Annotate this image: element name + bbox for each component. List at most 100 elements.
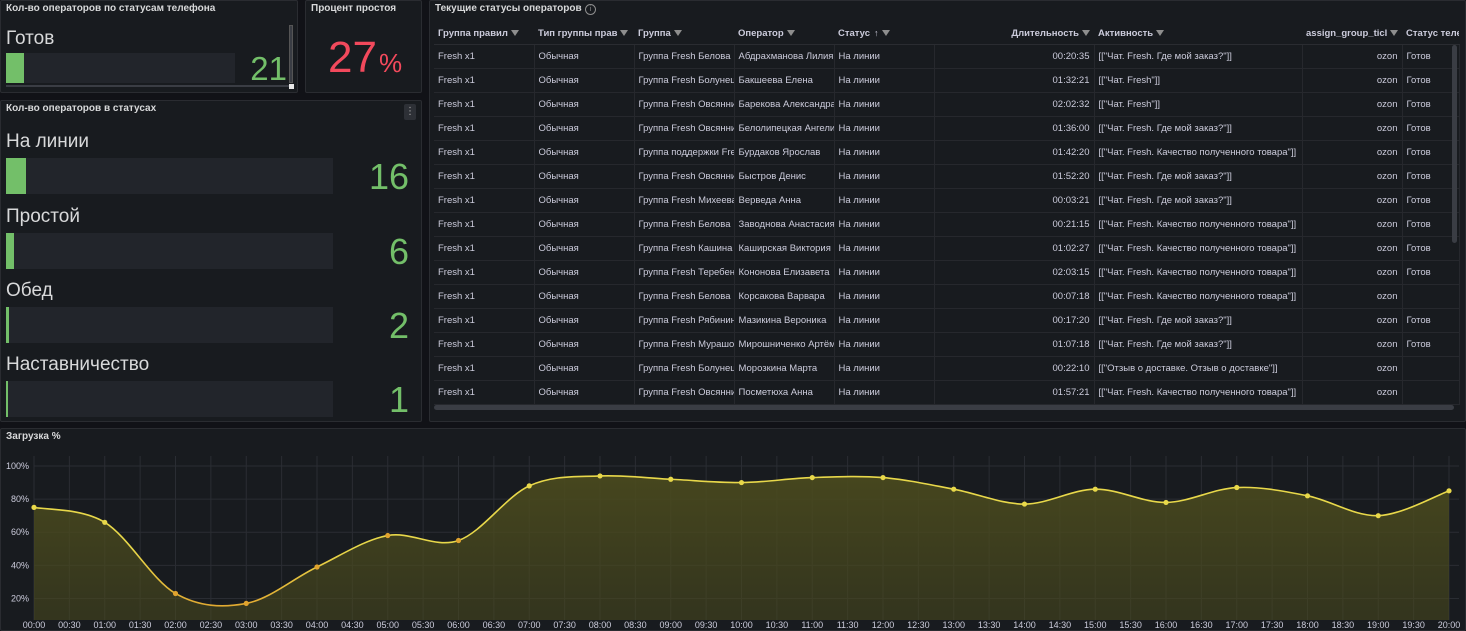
status-item-bar [6,233,333,269]
table-row[interactable]: Fresh x1ОбычнаяГруппа Fresh ОвсянниковаБ… [434,92,1460,117]
table-row[interactable]: Fresh x1ОбычнаяГруппа Fresh ОвсянниковаП… [434,380,1460,405]
table-cell: ozon [1302,212,1403,237]
column-header[interactable]: Статус ↑ [834,23,934,45]
table-cell: [["Чат. Fresh"]] [1094,68,1303,93]
table-row[interactable]: Fresh x1ОбычнаяГруппа Fresh ТеребенинаКо… [434,260,1460,285]
status-item-bar-fill [6,381,8,417]
table-cell: 01:36:00 [934,116,1095,141]
column-header[interactable]: Оператор [734,23,834,45]
load-line-chart: 20% 40% 60% 80% 100% 00:00 00:30 01:00 01:30 02:0… [6,456,1460,630]
panel-title: Кол-во операторов в статусах [6,103,157,114]
data-point [668,476,674,482]
table-cell: Обычная [534,116,635,141]
table-cell: Fresh x1 [434,308,535,333]
panel-operator-statuses: Кол-во операторов в статусах ⋮ На линии 1… [0,100,422,422]
filter-icon[interactable] [673,30,682,37]
table-cell: 01:07:18 [934,332,1095,357]
table-row[interactable]: Fresh x1ОбычнаяГруппа Fresh ОвсянниковаБ… [434,164,1460,189]
column-header[interactable]: Группа [634,23,734,45]
table-cell: 01:52:20 [934,164,1095,189]
filter-icon[interactable] [1390,30,1399,37]
table-cell: Обычная [534,164,635,189]
vertical-scrollbar[interactable] [1452,45,1457,243]
table-cell: Группа Fresh Рябинина [634,308,735,333]
filter-icon[interactable] [620,30,629,37]
status-item-label: Простой [6,206,80,227]
status-bar [6,53,235,83]
table-cell: ozon [1302,140,1403,165]
x-tick-label: 18:30 [1332,620,1355,630]
filter-icon[interactable] [881,30,890,37]
table-cell: Готов [1402,236,1460,261]
x-tick-label: 18:00 [1296,620,1319,630]
x-tick-label: 15:00 [1084,620,1107,630]
table-cell: Обычная [534,356,635,381]
panel-title: Кол-во операторов по статусам телефона [6,3,216,14]
info-icon[interactable]: i [585,4,596,15]
table-cell: Быстров Денис [734,164,835,189]
table-cell: На линии [834,332,935,357]
status-item-value: 1 [388,379,409,420]
table-cell: Обычная [534,188,635,213]
table-cell: Группа Fresh Михеева [634,188,735,213]
column-header[interactable]: Длительность [934,23,1094,45]
filter-icon[interactable] [1156,30,1165,37]
table-cell: [["Чат. Fresh. Где мой заказ?"]] [1094,188,1303,213]
column-header[interactable]: Группа правил [434,23,534,45]
y-tick-label: 20% [11,593,29,603]
more-vertical-icon[interactable]: ⋮ [404,104,416,120]
horizontal-scrollbar[interactable] [434,405,1454,410]
table-cell: На линии [834,68,935,93]
table-cell: [["Чат. Fresh. Качество полученного това… [1094,260,1303,285]
table-row[interactable]: Fresh x1ОбычнаяГруппа поддержки FreshБур… [434,140,1460,165]
x-tick-label: 05:30 [412,620,435,630]
table-row[interactable]: Fresh x1 Обычная Группа Fresh Болунец Мороз… [434,356,1460,381]
x-tick-label: 05:00 [376,620,399,630]
y-tick-label: 40% [11,560,29,570]
table-row[interactable]: Fresh x1ОбычнаяГруппа Fresh ОвсянниковаБ… [434,116,1460,141]
x-tick-label: 16:30 [1190,620,1213,630]
column-header[interactable]: Тип группы прав [534,23,634,45]
x-tick-label: 13:30 [978,620,1001,630]
y-tick-label: 60% [11,527,29,537]
table-row[interactable]: Fresh x1 Обычная Группа Fresh Белова Заводн… [434,212,1460,237]
idle-value-unit: % [378,48,403,78]
table-cell: На линии [834,380,935,405]
table-cell: Барекова Александра [734,92,835,117]
table-cell: Обычная [534,92,635,117]
table-cell: Fresh x1 [434,380,535,405]
table-cell: 00:22:10 [934,356,1095,381]
table-row[interactable]: Fresh x1 Обычная Группа Fresh Болунец Бакше… [434,68,1460,93]
table-cell: 01:32:21 [934,68,1095,93]
table-cell: Fresh x1 [434,356,535,381]
table-row[interactable]: Fresh x1 Обычная Группа Fresh Кашина Каширс… [434,236,1460,261]
filter-icon[interactable] [510,30,519,37]
column-header-label: Статус телефона [1406,27,1459,39]
column-header[interactable]: Активность [1094,23,1302,45]
horizontal-scrollbar[interactable] [6,85,289,87]
table-row[interactable]: Fresh x1 Обычная Группа Fresh Михеева Верве… [434,188,1460,213]
table-cell: Fresh x1 [434,164,535,189]
column-header[interactable]: assign_group_ticl [1302,23,1402,45]
column-header-label: Группа [638,27,671,39]
filter-icon[interactable] [786,30,795,37]
table-cell: ozon [1302,92,1403,117]
table-cell: Верведа Анна [734,188,835,213]
table-cell: Готов [1402,140,1460,165]
table-cell: Fresh x1 [434,140,535,165]
idle-percent-value: 27% [328,33,402,83]
table-cell: ozon [1302,260,1403,285]
table-cell: 00:20:35 [934,44,1095,69]
sort-ascending-icon[interactable]: ↑ [874,28,879,38]
vertical-scrollbar[interactable] [289,25,293,83]
table-cell: [["Чат. Fresh. Где мой заказ?"]] [1094,164,1303,189]
table-row[interactable]: Fresh x1 Обычная Группа Fresh Белова Абдрах… [434,44,1460,69]
filter-icon[interactable] [1082,30,1090,37]
x-tick-label: 10:00 [730,620,753,630]
table-cell: 01:57:21 [934,380,1095,405]
table-row[interactable]: Fresh x1 Обычная Группа Fresh Белова Корсак… [434,284,1460,309]
table-row[interactable]: Fresh x1 Обычная Группа Fresh Рябинина Мази… [434,308,1460,333]
table-row[interactable]: Fresh x1 Обычная Группа Fresh Мурашова Миро… [434,332,1460,357]
column-header[interactable]: Статус телефона [1402,23,1459,45]
status-item-bar-fill [6,233,15,269]
